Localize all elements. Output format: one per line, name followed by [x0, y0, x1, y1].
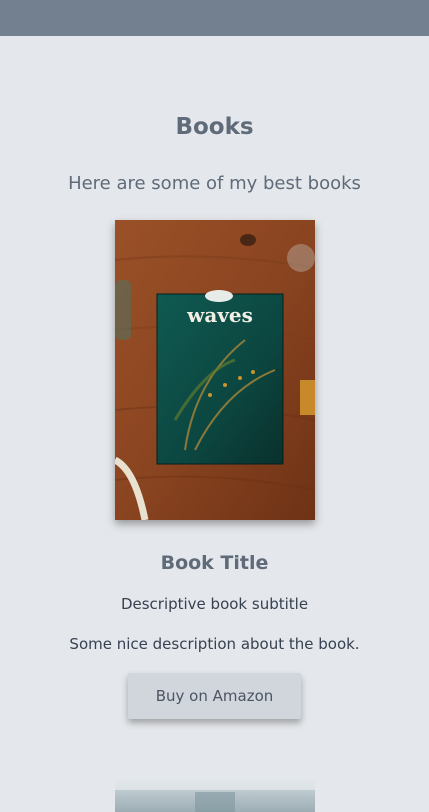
page-subtitle: Here are some of my best books [68, 173, 361, 194]
next-book-cover-image[interactable] [115, 780, 315, 812]
page-title: Books [175, 114, 254, 140]
book-cover-image[interactable]: waves [115, 220, 315, 520]
buy-on-amazon-button[interactable]: Buy on Amazon [128, 673, 301, 719]
book-cover-text: waves [186, 303, 253, 327]
book-description: Some nice description about the book. [69, 635, 360, 653]
top-bar [0, 0, 429, 36]
book-title: Book Title [160, 552, 269, 574]
book-subtitle: Descriptive book subtitle [120, 595, 309, 613]
